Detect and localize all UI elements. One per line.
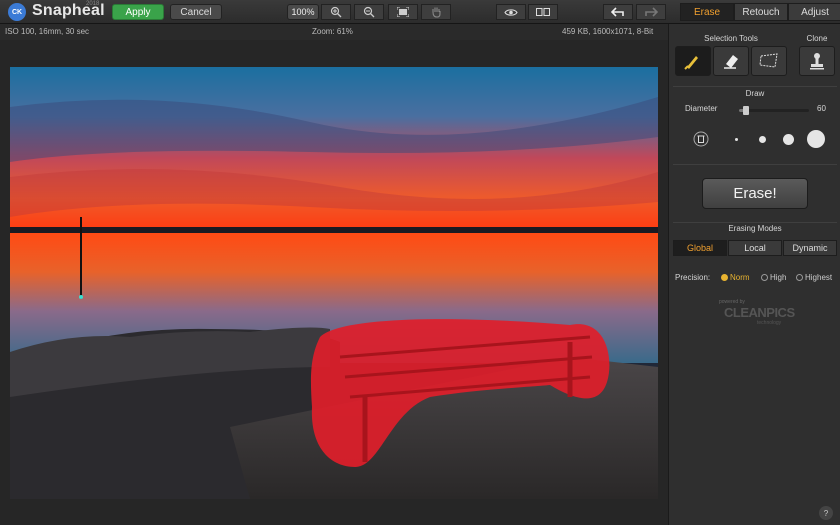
diameter-slider-thumb[interactable] <box>743 106 749 115</box>
draw-title: Draw <box>745 89 765 98</box>
exif-info: ISO 100, 16mm, 30 sec <box>5 27 90 36</box>
zoom-out-icon[interactable] <box>354 4 384 20</box>
precision-highest-radio[interactable]: Highest <box>796 273 832 282</box>
tab-erase[interactable]: Erase <box>680 3 734 21</box>
brush-size-small[interactable] <box>749 126 776 152</box>
cleanpics-sub: technology <box>757 320 782 326</box>
app-logo-icon: CK <box>8 3 26 21</box>
brush-size-large[interactable] <box>801 124 831 154</box>
fit-screen-icon[interactable] <box>388 4 418 20</box>
erasing-modes-title: Erasing Modes <box>728 224 782 233</box>
trash-icon[interactable] <box>687 126 714 152</box>
brush-size-medium[interactable] <box>775 126 802 152</box>
clone-stamp-icon[interactable] <box>799 46 835 76</box>
mode-tabs: Erase Retouch Adjust <box>680 3 840 21</box>
precision-high-label: High <box>770 273 787 282</box>
info-bar: ISO 100, 16mm, 30 sec Zoom: 61% 459 KB, … <box>0 24 668 40</box>
precision-norm-radio[interactable]: Norm <box>721 273 750 282</box>
zoom-info: Zoom: 61% <box>312 27 353 36</box>
selection-tools-title: Selection Tools <box>704 34 758 43</box>
precision-highest-label: Highest <box>805 273 833 282</box>
mode-dynamic[interactable]: Dynamic <box>783 240 837 256</box>
sunset-photo <box>10 67 658 499</box>
redo-icon[interactable] <box>636 4 666 20</box>
precision-norm-label: Norm <box>730 273 750 282</box>
tab-adjust[interactable]: Adjust <box>788 3 840 21</box>
canvas-area[interactable] <box>0 40 668 525</box>
divider <box>673 86 837 87</box>
cleanpics-logo: CLEANPICS <box>724 305 795 320</box>
brush-tool-icon[interactable] <box>675 46 711 76</box>
cancel-button[interactable]: Cancel <box>170 4 222 20</box>
erase-button[interactable]: Erase! <box>702 178 808 209</box>
diameter-value: 60 <box>817 104 826 113</box>
eraser-tool-icon[interactable] <box>713 46 749 76</box>
diameter-label: Diameter <box>685 104 718 113</box>
precision-high-radio[interactable]: High <box>761 273 786 282</box>
tools-panel: Selection Tools Clone Draw Diameter 60 E… <box>668 24 840 525</box>
undo-icon[interactable] <box>603 4 633 20</box>
mode-local[interactable]: Local <box>728 240 782 256</box>
lasso-tool-icon[interactable] <box>751 46 787 76</box>
top-toolbar: CK Snapheal 2018 Apply Cancel 100% Erase… <box>0 0 840 24</box>
help-button[interactable]: ? <box>819 506 833 520</box>
divider <box>673 164 837 165</box>
tab-retouch[interactable]: Retouch <box>734 3 788 21</box>
apply-button[interactable]: Apply <box>112 4 164 20</box>
precision-label: Precision: <box>675 273 711 282</box>
brush-size-tiny[interactable] <box>723 126 750 152</box>
mode-global[interactable]: Global <box>673 240 727 256</box>
app-year: 2018 <box>86 1 100 7</box>
photo-canvas[interactable] <box>10 67 658 499</box>
hand-icon[interactable] <box>421 4 451 20</box>
diameter-slider[interactable] <box>739 106 809 115</box>
eye-icon[interactable] <box>496 4 526 20</box>
clone-title: Clone <box>806 34 828 43</box>
zoom-in-icon[interactable] <box>321 4 351 20</box>
divider <box>673 222 837 223</box>
compare-icon[interactable] <box>528 4 558 20</box>
zoom-level-button[interactable]: 100% <box>287 4 319 20</box>
file-info: 459 KB, 1600x1071, 8-Bit <box>562 27 654 36</box>
